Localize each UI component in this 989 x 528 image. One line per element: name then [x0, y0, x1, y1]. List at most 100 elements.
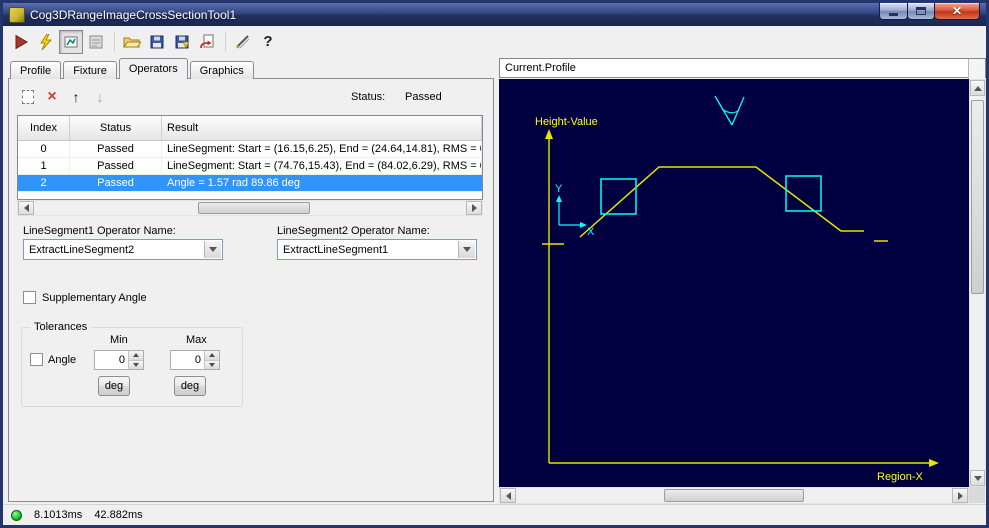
segment1-marker	[600, 178, 637, 215]
scroll-right-button[interactable]	[952, 488, 968, 503]
spin-down-icon	[133, 362, 139, 367]
save-as-button[interactable]	[170, 30, 194, 54]
cell-index: 0	[18, 141, 70, 157]
show-results-toggle[interactable]	[59, 29, 83, 54]
open-button[interactable]	[120, 30, 144, 54]
lineseg2-label: LineSegment2 Operator Name:	[277, 225, 430, 237]
close-button[interactable]: ✕	[935, 3, 980, 20]
tab-profile[interactable]: Profile	[10, 61, 62, 79]
tab-graphics[interactable]: Graphics	[189, 61, 254, 79]
scroll-thumb[interactable]	[664, 489, 804, 502]
max-unit-button[interactable]: deg	[174, 376, 206, 396]
window-controls: ✕	[879, 3, 980, 20]
save-icon	[150, 35, 164, 48]
scroll-thumb[interactable]	[198, 202, 311, 214]
tab-strip: Profile Fixture Operators Graphics	[10, 58, 256, 79]
save-as-icon	[175, 35, 190, 49]
min-unit-button[interactable]: deg	[98, 376, 130, 396]
angle-tolerance-checkbox[interactable]	[30, 353, 43, 366]
column-header-index[interactable]: Index	[18, 116, 70, 140]
lineseg1-value: ExtractLineSegment2	[29, 243, 135, 256]
x-axis-label: Region-X	[877, 471, 924, 483]
cell-status: Passed	[70, 141, 162, 157]
table-row[interactable]: 1 Passed LineSegment: Start = (74.76,15.…	[18, 158, 482, 175]
help-button[interactable]: ?	[256, 30, 280, 54]
minimize-button[interactable]	[879, 3, 908, 20]
spin-down-button[interactable]	[129, 360, 143, 369]
chevron-down-icon[interactable]	[204, 241, 221, 258]
operators-grid: Index Status Result 0 Passed LineSegment…	[17, 115, 483, 200]
add-operator-icon	[22, 90, 34, 104]
canvas-hscrollbar[interactable]	[499, 487, 969, 504]
spinner-buttons	[204, 351, 219, 369]
move-up-icon: ↑	[72, 89, 80, 105]
angle-tolerance-label: Angle	[48, 353, 77, 366]
display-selector-combo[interactable]: Current.Profile	[499, 58, 986, 503]
run-once-lightning-icon	[40, 33, 52, 50]
move-down-button[interactable]: ↓	[89, 87, 111, 107]
spin-up-icon	[133, 353, 139, 358]
tab-operators[interactable]: Operators	[118, 58, 188, 79]
graphics-display[interactable]: Height-Value Region-X Y X	[499, 79, 986, 504]
table-row-selected[interactable]: 2 Passed Angle = 1.57 rad 89.86 deg	[18, 175, 482, 192]
column-header-result[interactable]: Result	[162, 116, 482, 140]
scroll-track[interactable]	[970, 96, 985, 470]
table-row[interactable]: 0 Passed LineSegment: Start = (16.15,6.2…	[18, 141, 482, 158]
operators-panel: × ↑ ↓ Status: Passed Index Status Result…	[8, 78, 494, 502]
results-graphic-button[interactable]	[84, 30, 108, 54]
supplementary-angle-checkbox[interactable]	[23, 291, 36, 304]
profile-canvas[interactable]: Height-Value Region-X Y X	[499, 79, 969, 487]
arrow-right-icon	[957, 491, 963, 500]
scroll-down-button[interactable]	[970, 470, 985, 486]
toolbar-separator	[114, 31, 115, 52]
maximize-button[interactable]	[908, 3, 935, 20]
scroll-thumb[interactable]	[971, 99, 984, 295]
angle-tolerance-row: Angle	[30, 353, 76, 366]
spin-up-button[interactable]	[205, 351, 219, 361]
show-results-toggle-icon	[64, 36, 78, 47]
measure-setup-button[interactable]	[231, 30, 255, 54]
import-button[interactable]	[195, 30, 219, 54]
run-once-button[interactable]	[34, 30, 58, 54]
delete-operator-button[interactable]: ×	[41, 87, 63, 107]
help-icon: ?	[263, 33, 273, 50]
canvas-vscrollbar[interactable]	[969, 79, 986, 487]
coordinate-axes-marker: Y X	[555, 183, 595, 238]
tolerances-group: Tolerances Min Max Angle 0 0 deg deg	[21, 321, 243, 407]
toolbar-separator	[225, 31, 226, 52]
scroll-up-button[interactable]	[970, 80, 985, 96]
lineseg1-label: LineSegment1 Operator Name:	[23, 225, 176, 237]
scroll-right-button[interactable]	[466, 201, 482, 215]
cell-result: Angle = 1.57 rad 89.86 deg	[162, 175, 482, 191]
spin-up-button[interactable]	[129, 351, 143, 361]
cell-index: 1	[18, 158, 70, 174]
x-axis-arrow-icon	[929, 459, 939, 467]
move-up-button[interactable]: ↑	[65, 87, 87, 107]
display-selector-value: Current.Profile	[505, 62, 576, 74]
run-button[interactable]	[9, 30, 33, 54]
scroll-left-button[interactable]	[18, 201, 34, 215]
arrow-down-icon	[973, 475, 982, 481]
grid-header: Index Status Result	[18, 116, 482, 141]
status-value: Passed	[405, 91, 442, 103]
save-button[interactable]	[145, 30, 169, 54]
min-header: Min	[110, 334, 128, 346]
move-down-icon: ↓	[96, 89, 104, 105]
cell-status: Passed	[70, 175, 162, 191]
column-header-status[interactable]: Status	[70, 116, 162, 140]
spin-down-button[interactable]	[205, 360, 219, 369]
lineseg2-combo[interactable]: ExtractLineSegment1	[277, 239, 477, 260]
angle-min-spinner	[94, 350, 144, 370]
tab-fixture[interactable]: Fixture	[63, 61, 117, 79]
scroll-track[interactable]	[34, 201, 466, 215]
titlebar[interactable]: Cog3DRangeImageCrossSectionTool1 ✕	[3, 3, 986, 26]
lineseg1-combo[interactable]: ExtractLineSegment2	[23, 239, 223, 260]
grid-hscrollbar[interactable]	[17, 200, 483, 216]
execution-time: 8.1013ms	[34, 509, 83, 521]
add-operator-button[interactable]	[17, 87, 39, 107]
scroll-left-button[interactable]	[500, 488, 516, 503]
chevron-down-icon[interactable]	[458, 241, 475, 258]
spinner-buttons	[128, 351, 143, 369]
coord-y-label: Y	[555, 183, 563, 195]
scroll-track[interactable]	[516, 488, 952, 503]
